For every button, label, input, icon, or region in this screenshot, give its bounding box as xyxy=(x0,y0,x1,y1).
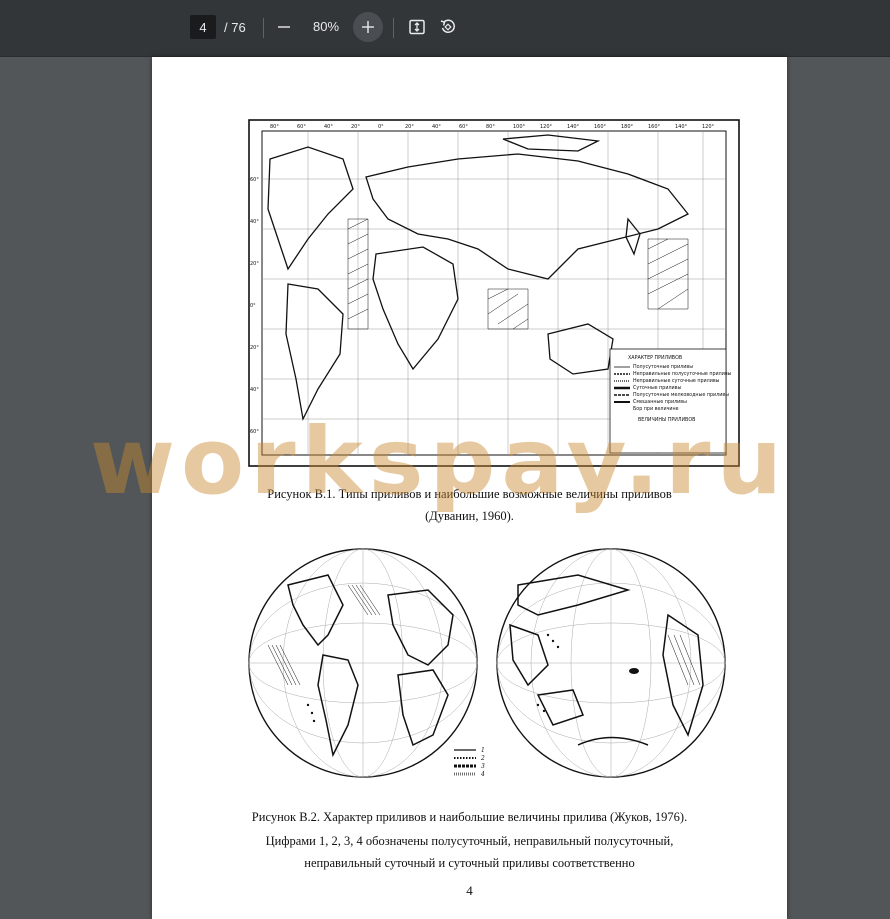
figure-1-caption-line-2: (Дуванин, 1960). xyxy=(425,509,514,523)
longitude-label: 20° xyxy=(351,124,360,130)
longitude-label: 20° xyxy=(405,124,414,130)
longitude-label: 140° xyxy=(675,124,688,130)
rotate-button[interactable] xyxy=(433,12,463,42)
legend-item: Бор при величине xyxy=(633,406,679,412)
legend-number: 3 xyxy=(481,763,485,770)
legend-number: 1 xyxy=(481,747,485,754)
latitude-label: 60° xyxy=(250,177,259,183)
tide-character-hemispheres-map: 1 2 3 4 xyxy=(248,548,726,778)
figure-2-caption-line-1: Рисунок В.2. Характер приливов и наиболь… xyxy=(251,810,688,824)
figure-2-caption-line-2: Цифрами 1, 2, 3, 4 обозначены полусуточн… xyxy=(265,834,674,848)
longitude-label: 40° xyxy=(324,124,333,130)
toolbar-divider xyxy=(263,18,264,38)
fit-page-icon xyxy=(409,19,425,35)
page-selector: 4 / 76 xyxy=(190,13,252,41)
zoom-level[interactable]: 80% xyxy=(305,19,347,34)
page-number-input[interactable]: 4 xyxy=(190,15,216,39)
page-total: / 76 xyxy=(224,19,246,35)
longitude-label: 0° xyxy=(378,124,384,130)
page-number: 4 xyxy=(466,883,473,898)
longitude-label: 140° xyxy=(567,124,580,130)
latitude-label: 20° xyxy=(250,345,259,351)
zoom-out-button[interactable] xyxy=(269,12,299,42)
longitude-label: 180° xyxy=(621,124,634,130)
legend-item: Смешанные приливы xyxy=(633,399,687,405)
longitude-label: 120° xyxy=(540,124,553,130)
figure-1-caption-line-1: Рисунок В.1. Типы приливов и наибольшие … xyxy=(267,487,672,501)
latitude-label: 60° xyxy=(250,429,259,435)
fit-to-page-button[interactable] xyxy=(402,12,432,42)
legend-item: Суточные приливы xyxy=(633,385,681,391)
longitude-label: 160° xyxy=(594,124,607,130)
longitude-label: 120° xyxy=(702,124,715,130)
legend-item: Полусуточные приливы xyxy=(633,364,693,370)
legend-item: Неправильные полусуточные приливы xyxy=(633,371,732,377)
map-legend-title: ВЕЛИЧИНЫ ПРИЛИВОВ xyxy=(638,417,695,423)
minus-icon xyxy=(278,26,290,28)
longitude-label: 80° xyxy=(486,124,495,130)
latitude-label: 40° xyxy=(250,387,259,393)
longitude-label: 60° xyxy=(297,124,306,130)
legend-number: 4 xyxy=(480,771,485,778)
longitude-label: 160° xyxy=(648,124,661,130)
rotate-icon xyxy=(440,19,455,33)
pdf-toolbar: 4 / 76 80% xyxy=(0,0,890,57)
legend-item: Полусуточные мелководные приливы xyxy=(633,392,729,398)
legend-item: Неправильные суточные приливы xyxy=(633,378,720,384)
latitude-label: 40° xyxy=(250,219,259,225)
longitude-label: 80° xyxy=(270,124,279,130)
figure-2-caption-line-3: неправильный суточный и суточный приливы… xyxy=(304,856,635,870)
latitude-label: 0° xyxy=(250,303,256,309)
legend-number: 2 xyxy=(480,755,485,762)
map-legend-title: ХАРАКТЕР ПРИЛИВОВ xyxy=(628,355,682,361)
zoom-in-button[interactable] xyxy=(353,12,383,42)
longitude-label: 100° xyxy=(513,124,526,130)
longitude-label: 40° xyxy=(432,124,441,130)
plus-icon xyxy=(362,21,374,33)
toolbar-divider xyxy=(393,18,394,38)
latitude-label: 20° xyxy=(250,261,259,267)
longitude-label: 60° xyxy=(459,124,468,130)
pdf-page: ХАРАКТЕР ПРИЛИВОВ Полусуточные приливы Н… xyxy=(152,57,787,919)
tide-types-world-map: ХАРАКТЕР ПРИЛИВОВ Полусуточные приливы Н… xyxy=(248,119,740,467)
